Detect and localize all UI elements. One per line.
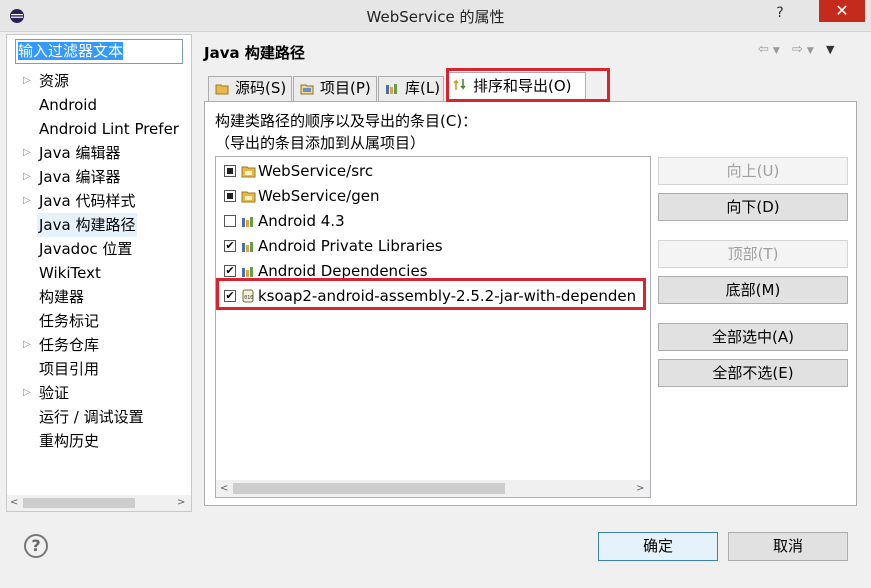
tree-item-label: Android bbox=[39, 96, 97, 114]
expand-arrow-icon[interactable]: ▷ bbox=[23, 165, 33, 189]
ok-button[interactable]: 确定 bbox=[598, 532, 718, 561]
export-checkbox[interactable]: ✔ bbox=[224, 240, 236, 252]
cancel-button[interactable]: 取消 bbox=[728, 532, 848, 561]
tree-item-label: 运行 / 调试设置 bbox=[39, 408, 144, 426]
library-icon bbox=[386, 84, 397, 94]
order-description: 构建类路径的顺序以及导出的条目(C)： bbox=[215, 112, 478, 130]
classpath-entry-label: WebService/src bbox=[258, 162, 374, 180]
scroll-right-arrow-icon[interactable]: > bbox=[636, 480, 644, 497]
scroll-thumb[interactable] bbox=[23, 498, 135, 508]
tree-item-label: Java 编译器 bbox=[39, 168, 121, 186]
filter-input[interactable]: 输入过滤器文本 bbox=[15, 39, 183, 64]
export-checkbox[interactable] bbox=[224, 165, 236, 177]
tree-item-label: 资源 bbox=[39, 72, 70, 90]
tab-label: 库(L) bbox=[405, 79, 441, 97]
classpath-entries-list[interactable]: ✔ 010 ksoap2-android-assembly-2.5.2-jar-wi… bbox=[215, 156, 651, 498]
library-icon bbox=[242, 267, 253, 277]
help-icon[interactable]: ? bbox=[24, 534, 48, 558]
close-button[interactable]: ✕ bbox=[819, 0, 865, 22]
history-navigation[interactable]: ⇦▼ ⇨▼ ▼ bbox=[758, 42, 838, 57]
page-title: Java 构建路径 bbox=[204, 44, 305, 62]
export-checkbox[interactable] bbox=[224, 190, 236, 202]
move-bottom-button[interactable]: 底部(M) bbox=[658, 276, 848, 304]
source-folder-icon bbox=[241, 166, 256, 178]
highlight-tab-box bbox=[446, 68, 610, 102]
tab-source[interactable]: 源码(S) bbox=[208, 76, 292, 101]
tree-item-label: Java 编辑器 bbox=[39, 144, 121, 162]
move-down-button[interactable]: 向下(D) bbox=[658, 193, 848, 221]
deselect-all-button[interactable]: 全部不选(E) bbox=[658, 359, 848, 387]
scroll-right-arrow-icon[interactable]: > bbox=[177, 495, 185, 511]
property-page-tree-panel: 输入过滤器文本 ▷ 资源 Android Android Lint Prefer ▷ Ja… bbox=[6, 34, 192, 512]
classpath-entry-row[interactable]: Android 4.3 bbox=[216, 209, 648, 233]
tree-item-label: 构建器 bbox=[39, 288, 85, 306]
tree-item-label: 项目引用 bbox=[39, 360, 100, 378]
title-bar: WebService 的属性 ? ✕ bbox=[0, 0, 871, 32]
move-top-button[interactable]: 顶部(T) bbox=[658, 240, 848, 268]
classpath-entry-row[interactable]: ✔ Android Private Libraries bbox=[216, 234, 648, 258]
source-folder-icon bbox=[215, 84, 229, 95]
tree-item-label: Javadoc 位置 bbox=[39, 240, 133, 258]
view-menu-icon[interactable]: ▼ bbox=[826, 43, 838, 56]
highlight-entry-box bbox=[216, 278, 646, 310]
move-up-button[interactable]: 向上(U) bbox=[658, 157, 848, 185]
filter-text: 输入过滤器文本 bbox=[18, 42, 124, 60]
order-export-tab-content: 构建类路径的顺序以及导出的条目(C)： （导出的条目添加到从属项目） ✔ 010 k… bbox=[204, 101, 857, 506]
classpath-entry-label: WebService/gen bbox=[258, 187, 380, 205]
expand-arrow-icon[interactable]: ▷ bbox=[23, 141, 33, 165]
library-icon bbox=[242, 217, 253, 227]
expand-arrow-icon[interactable]: ▷ bbox=[23, 333, 33, 357]
classpath-entry-row[interactable]: WebService/src bbox=[216, 159, 648, 183]
expand-arrow-icon[interactable]: ▷ bbox=[23, 189, 33, 213]
tree-item-label: Java 构建路径 bbox=[37, 213, 138, 237]
expand-arrow-icon[interactable]: ▷ bbox=[23, 69, 33, 93]
scroll-left-arrow-icon[interactable]: < bbox=[220, 480, 228, 497]
forward-menu-icon[interactable]: ▼ bbox=[807, 46, 818, 56]
window-title: WebService 的属性 bbox=[366, 8, 505, 26]
classpath-entry-label: Android Private Libraries bbox=[258, 237, 443, 255]
scroll-left-arrow-icon[interactable]: < bbox=[10, 495, 18, 511]
project-icon bbox=[300, 84, 314, 95]
select-all-button[interactable]: 全部选中(A) bbox=[658, 323, 848, 351]
tree-item-label: 验证 bbox=[39, 384, 70, 402]
classpath-entry-row[interactable]: WebService/gen bbox=[216, 184, 648, 208]
tab-projects[interactable]: 项目(P) bbox=[293, 76, 377, 101]
forward-icon[interactable]: ⇨ bbox=[792, 42, 807, 57]
classpath-entry-label: Android 4.3 bbox=[258, 212, 345, 230]
back-menu-icon[interactable]: ▼ bbox=[773, 46, 784, 56]
tree-item-label: 任务仓库 bbox=[39, 336, 100, 354]
export-checkbox[interactable]: ✔ bbox=[224, 265, 236, 277]
list-horizontal-scrollbar[interactable]: < > bbox=[216, 480, 650, 497]
tab-libraries[interactable]: 库(L) bbox=[378, 76, 444, 101]
tab-label: 源码(S) bbox=[235, 79, 287, 97]
tree-item-label: WikiText bbox=[39, 264, 101, 282]
tree-item-label: 任务标记 bbox=[39, 312, 100, 330]
export-note: （导出的条目添加到从属项目） bbox=[215, 134, 426, 152]
back-icon[interactable]: ⇦ bbox=[758, 42, 773, 57]
tree-item-label: Android Lint Prefer bbox=[39, 120, 179, 138]
tree-item-label: 重构历史 bbox=[39, 432, 100, 450]
scroll-thumb[interactable] bbox=[233, 483, 505, 494]
library-icon bbox=[242, 242, 253, 252]
expand-arrow-icon[interactable]: ▷ bbox=[23, 381, 33, 405]
export-checkbox[interactable] bbox=[224, 215, 236, 227]
tab-label: 项目(P) bbox=[320, 79, 371, 97]
property-tree: ▷ 资源 Android Android Lint Prefer ▷ Java 编辑器 ▷ J… bbox=[7, 69, 191, 493]
source-folder-icon bbox=[241, 191, 256, 203]
tree-horizontal-scrollbar[interactable]: < > bbox=[7, 495, 191, 511]
title-help-button[interactable]: ? bbox=[757, 2, 803, 24]
tree-item-label: Java 代码样式 bbox=[39, 192, 136, 210]
build-path-panel: Java 构建路径 ⇦▼ ⇨▼ ▼ 源码(S) 项目(P) 库(L) 排序和导出… bbox=[196, 34, 865, 512]
